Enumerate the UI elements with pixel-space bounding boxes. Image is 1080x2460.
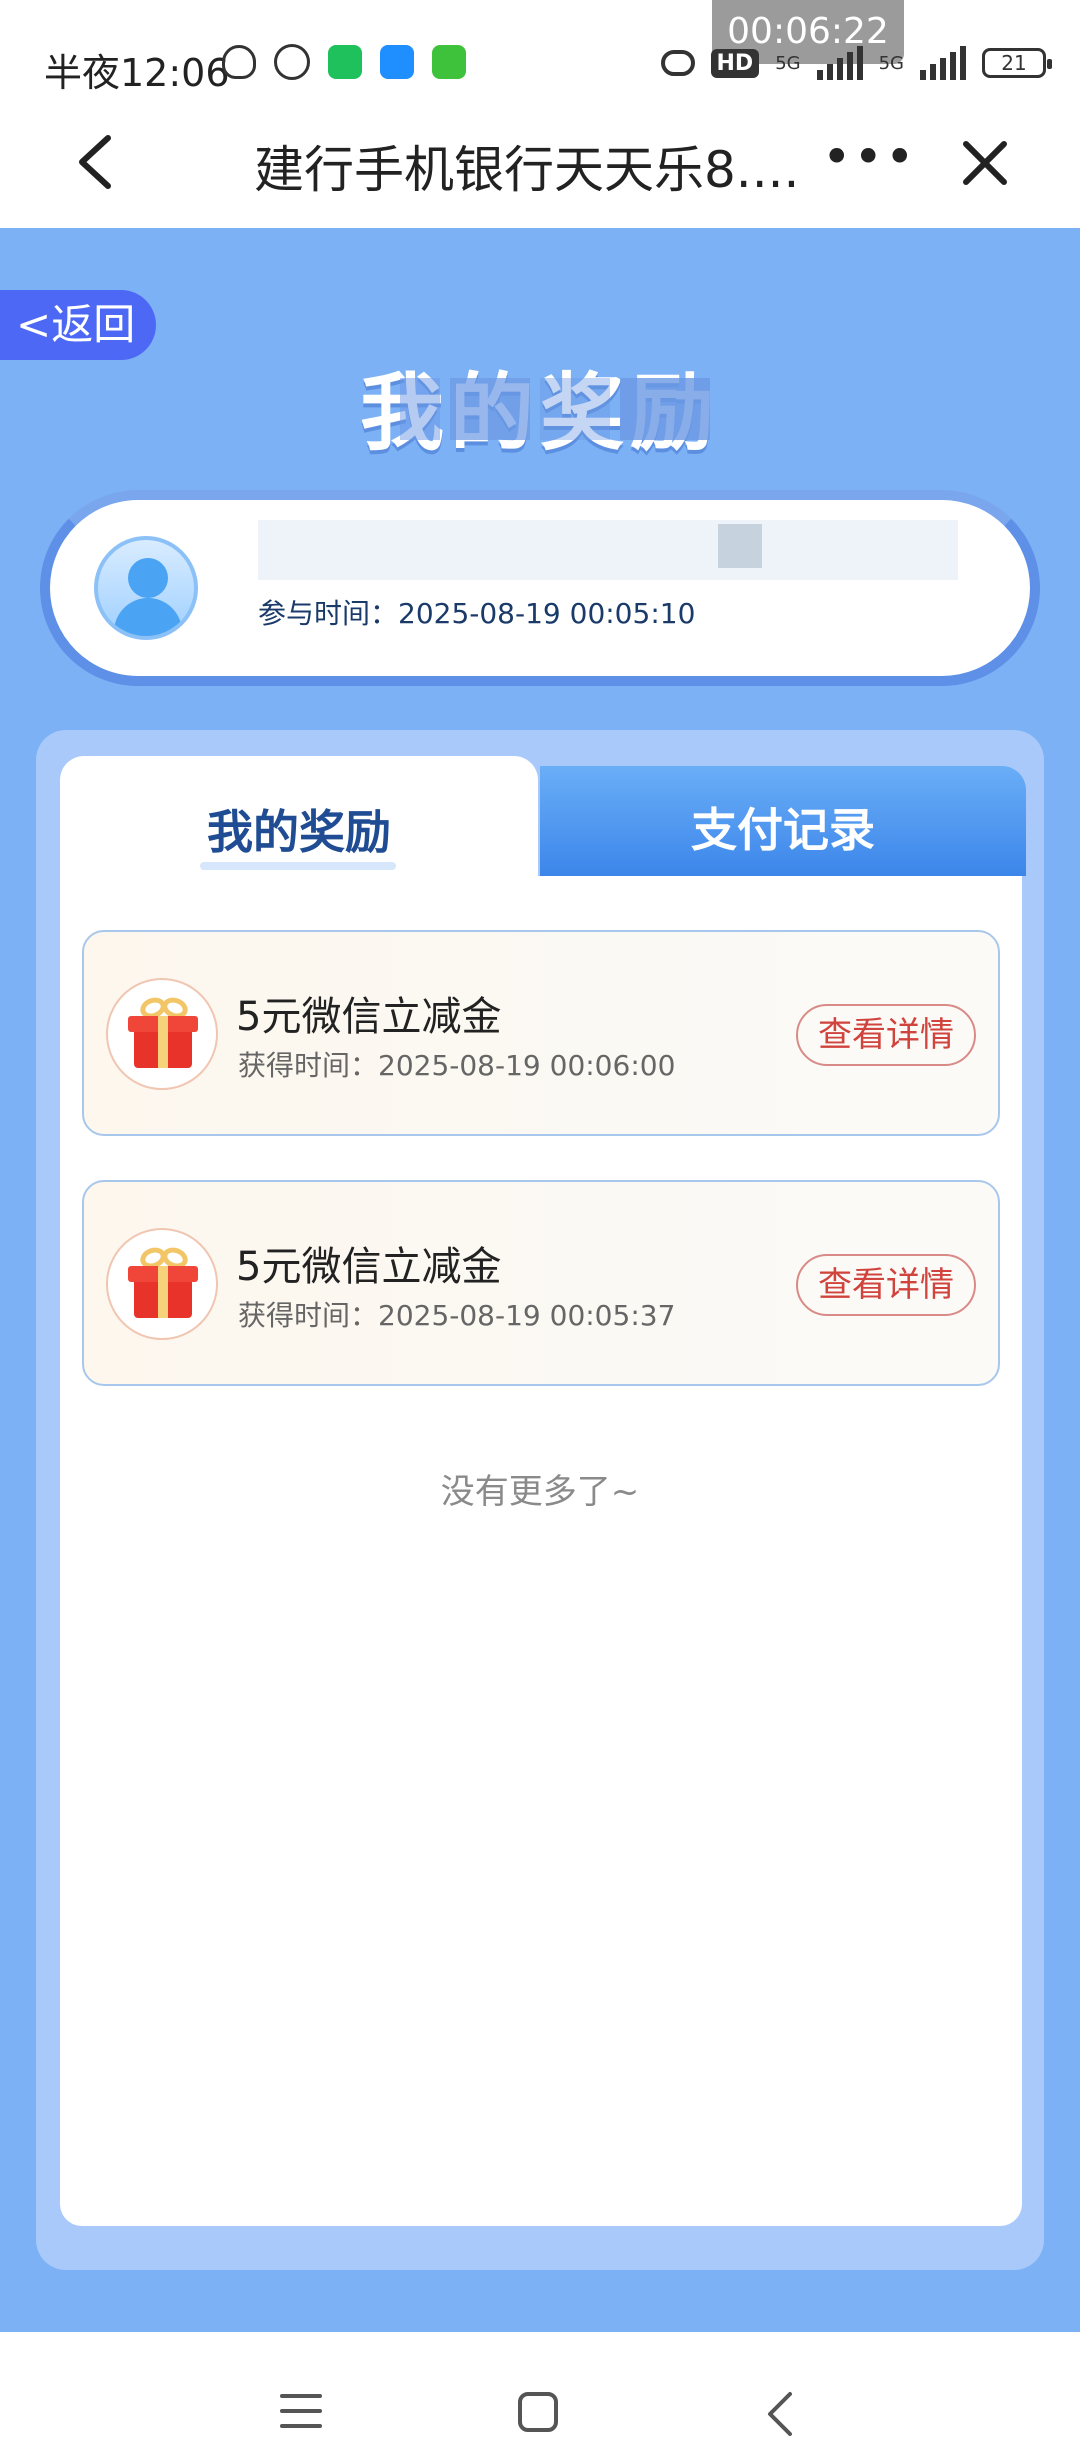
system-navigation-bar — [0, 2332, 1080, 2460]
mosaic-block — [540, 378, 610, 440]
join-time: 参与时间：2025-08-19 00:05:10 — [258, 597, 696, 630]
reward-title: 5元微信立减金 — [236, 1244, 502, 1290]
status-time: 半夜12:06 — [44, 51, 230, 95]
status-notification-icons — [222, 44, 466, 80]
page-title: 建行手机银行天天乐8.... — [254, 141, 800, 199]
close-icon[interactable] — [958, 136, 1012, 190]
menu-icon[interactable] — [280, 2394, 322, 2428]
upload-app-icon — [380, 45, 414, 79]
reward-time: 获得时间：2025-08-19 00:06:00 — [238, 1049, 676, 1082]
active-tab-indicator — [200, 862, 396, 870]
view-details-button[interactable]: 查看详情 — [796, 1004, 976, 1066]
masked-user-name — [258, 520, 958, 580]
hd-voice-icon: HD — [710, 48, 760, 78]
mosaic-block — [400, 378, 440, 440]
network-type-label-2: 5G — [878, 52, 904, 74]
network-type-label: 5G — [775, 52, 801, 74]
home-icon[interactable] — [518, 2392, 558, 2432]
gift-icon — [106, 1228, 218, 1340]
cat-app-icon — [432, 45, 466, 79]
mute-bell-icon — [222, 45, 256, 79]
masked-pixel — [718, 524, 762, 568]
avatar — [94, 536, 198, 640]
view-details-button[interactable]: 查看详情 — [796, 1254, 976, 1316]
user-info-card: 参与时间：2025-08-19 00:05:10 — [40, 490, 1040, 686]
reward-time: 获得时间：2025-08-19 00:05:37 — [238, 1299, 676, 1332]
tab-my-rewards-label[interactable]: 我的奖励 — [60, 796, 538, 862]
mosaic-block — [620, 378, 710, 440]
alarm-icon — [274, 44, 310, 80]
list-end-text: 没有更多了~ — [440, 1472, 640, 1512]
status-system-icons: HD 5G 5G 21 — [660, 46, 1052, 80]
battery-icon: 21 — [982, 48, 1052, 78]
system-back-icon[interactable] — [760, 2390, 800, 2438]
reward-title: 5元微信立减金 — [236, 994, 502, 1040]
more-options-icon[interactable]: ••• — [822, 128, 916, 186]
hotspot-link-icon — [660, 50, 695, 76]
gift-icon — [106, 978, 218, 1090]
list-item: 5元微信立减金 获得时间：2025-08-19 00:05:37 查看详情 — [82, 1180, 1000, 1386]
list-item: 5元微信立减金 获得时间：2025-08-19 00:06:00 查看详情 — [82, 930, 1000, 1136]
phone-app-icon — [328, 45, 362, 79]
back-arrow-icon[interactable] — [72, 132, 116, 192]
signal-strength-icon-2 — [920, 46, 966, 80]
mosaic-block — [450, 378, 530, 440]
status-bar: 半夜12:06 00:06:22 HD 5G 5G 21 — [0, 0, 1080, 120]
tab-payment-records-label[interactable]: 支付记录 — [540, 794, 1026, 860]
signal-strength-icon — [816, 46, 863, 80]
